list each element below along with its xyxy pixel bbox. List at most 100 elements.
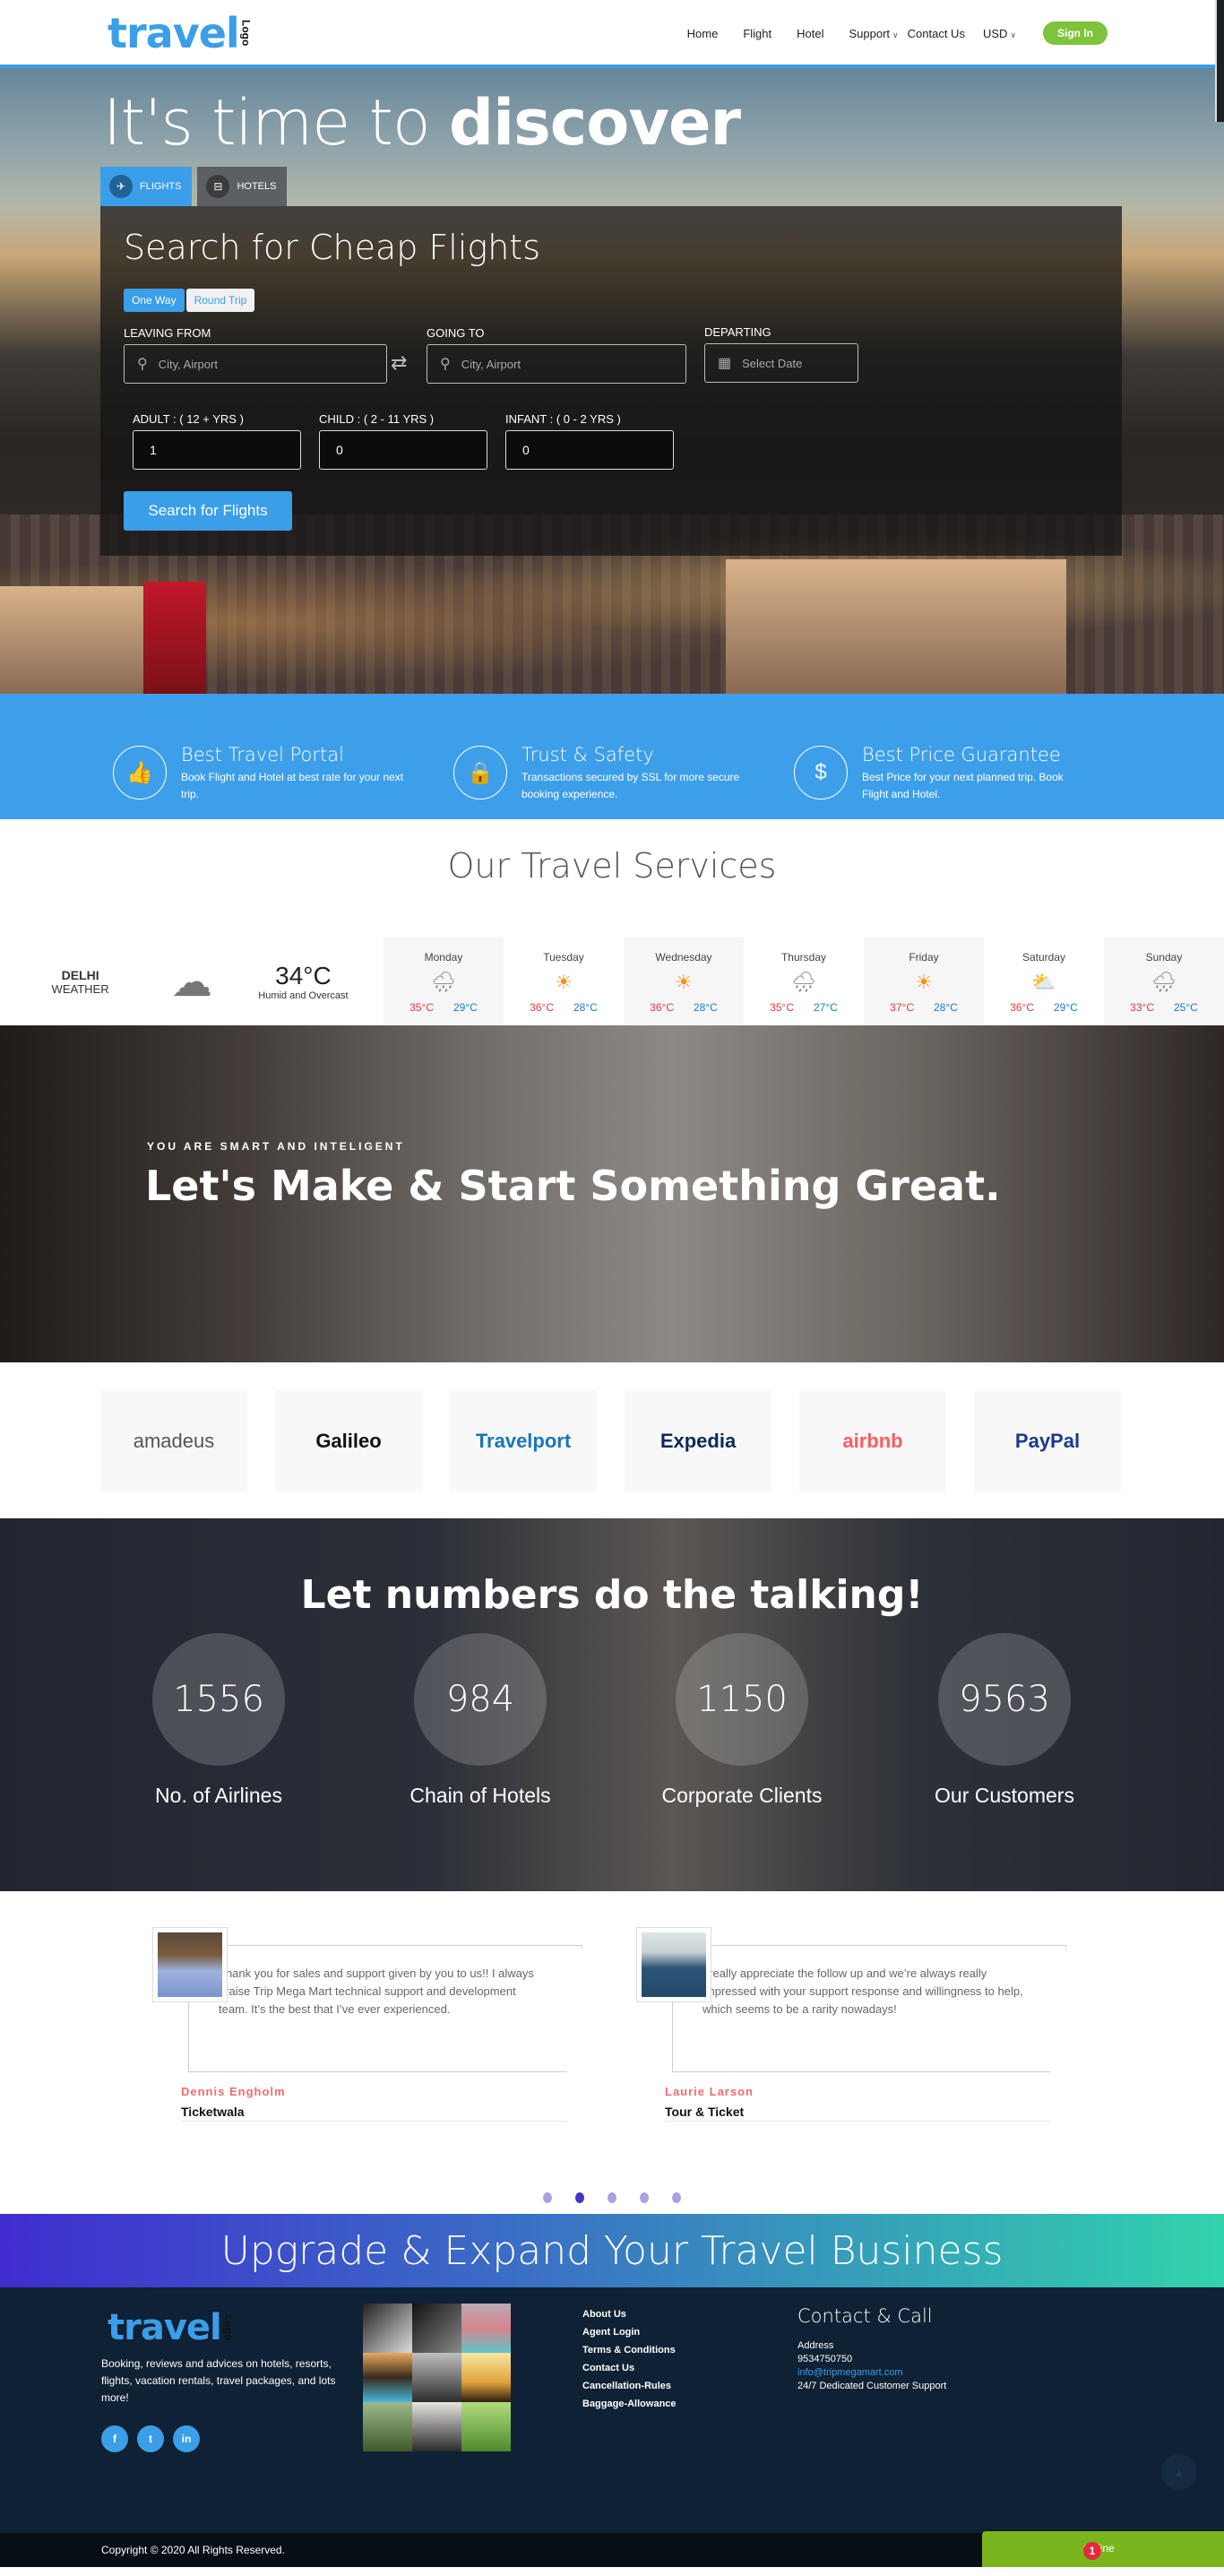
feature-title: Trust & Safety (521, 744, 654, 765)
forecast-high: 35°C (770, 1001, 794, 1014)
infant-count-input[interactable]: 0 (505, 430, 674, 470)
footer-link-terms[interactable]: Terms & Conditions (582, 2341, 677, 2359)
testimonials-section: Thank you for sales and support given by… (0, 1891, 1224, 2214)
forecast-high: 36°C (650, 1001, 674, 1014)
gallery-image[interactable] (461, 2304, 511, 2353)
partner-logo[interactable]: airbnb (799, 1391, 946, 1491)
carousel-dot[interactable] (575, 2192, 584, 2203)
current-condition: Humid and Overcast (258, 990, 349, 1001)
features-strip: 👍 Best Travel Portal Book Flight and Hot… (0, 694, 1224, 819)
footer-link-contact-us[interactable]: Contact Us (582, 2359, 677, 2377)
going-to-placeholder: City, Airport (461, 357, 521, 371)
logo-tag: Logo (239, 20, 253, 47)
logo-wordmark: travel (108, 9, 240, 57)
chat-notification-badge: 1 (1083, 2542, 1101, 2560)
footer-link-cancellation-rules[interactable]: Cancellation-Rules (582, 2377, 677, 2395)
stat-customers: 9563 Our Customers (888, 1633, 1121, 1808)
stat-label: No. of Airlines (155, 1784, 282, 1807)
currency-select[interactable]: USD ∨ (983, 27, 1016, 40)
weather-city: DELHI (61, 967, 99, 982)
linkedin-icon[interactable]: in (173, 2425, 200, 2452)
contact-email-link[interactable]: info@tripmegamart.com (797, 2366, 946, 2380)
nav-flight[interactable]: Flight (743, 27, 771, 40)
footer-link-about-us[interactable]: About Us (582, 2305, 677, 2323)
partner-logo[interactable]: Travelport (450, 1391, 597, 1491)
search-tabs: ✈ FLIGHTS ⊟ HOTELS (100, 167, 288, 206)
promo-banner: YOU ARE SMART AND INTELIGENT Let's Make … (0, 1025, 1224, 1362)
tab-flights[interactable]: ✈ FLIGHTS (100, 167, 193, 206)
testimonial-card: I really appreciate the follow up and we… (618, 1918, 1084, 2133)
hero-building (143, 582, 206, 694)
contact-address: Address (797, 2340, 834, 2351)
site-logo[interactable]: travel Logo (108, 9, 253, 57)
adult-count-input[interactable]: 1 (133, 430, 301, 470)
stat-value: 9563 (938, 1633, 1071, 1766)
page-scrollbar[interactable] (1215, 0, 1224, 122)
partner-logo[interactable]: Expedia (625, 1391, 771, 1491)
gallery-image[interactable] (412, 2304, 461, 2353)
chat-online-widget[interactable]: Online 1 (982, 2531, 1224, 2567)
carousel-dot[interactable] (672, 2192, 681, 2203)
leaving-from-input[interactable]: ⚲ City, Airport (124, 344, 387, 384)
gallery-image[interactable] (412, 2402, 461, 2451)
child-count-input[interactable]: 0 (319, 430, 487, 470)
stat-value: 1556 (152, 1633, 285, 1766)
stats-section: Let numbers do the talking! 1556 No. of … (0, 1518, 1224, 1891)
partner-logo[interactable]: Galileo (275, 1391, 422, 1491)
going-to-input[interactable]: ⚲ City, Airport (427, 344, 686, 384)
footer-link-agent-login[interactable]: Agent Login (582, 2323, 677, 2341)
footer-description: Booking, reviews and advices on hotels, … (101, 2357, 336, 2404)
chevron-down-icon: ∨ (1010, 30, 1016, 39)
forecast-low: 28°C (933, 1001, 958, 1014)
promo-title: Let's Make & Start Something Great. (145, 1162, 1001, 1210)
sign-in-button[interactable]: Sign In (1043, 22, 1108, 45)
hero-title-bold: discover (449, 86, 741, 160)
contact-phone: 9534750750 (797, 2354, 853, 2364)
promo-subtitle: YOU ARE SMART AND INTELIGENT (147, 1140, 405, 1153)
scroll-to-top-button[interactable]: ▲ (1161, 2454, 1197, 2490)
nav-contact-us[interactable]: Contact Us (908, 27, 965, 40)
gallery-image[interactable] (363, 2402, 412, 2451)
tab-hotels[interactable]: ⊟ HOTELS (197, 167, 288, 206)
gallery-image[interactable] (461, 2353, 511, 2402)
stat-label: Chain of Hotels (409, 1784, 551, 1807)
footer-link-baggage-allowance[interactable]: Baggage-Allowance (582, 2395, 677, 2413)
site-footer: travel Logo Booking, reviews and advices… (0, 2287, 1224, 2533)
partner-logo[interactable]: amadeus (100, 1391, 247, 1491)
rain-cloud-icon: 🌧 (791, 971, 816, 993)
departing-date-input[interactable]: ▦ Select Date (704, 343, 858, 383)
footer-logo[interactable]: travel Logo (108, 2305, 235, 2350)
forecast-day-name: Tuesday (543, 951, 584, 964)
hero-building (726, 559, 1066, 694)
testimonial-quote: Thank you for sales and support given by… (219, 1967, 534, 2016)
nav-support[interactable]: Support ∨ (849, 27, 899, 40)
carousel-dot[interactable] (543, 2192, 552, 2203)
forecast-day-name: Sunday (1145, 951, 1183, 964)
map-pin-icon: ⚲ (440, 357, 451, 372)
nav-home[interactable]: Home (687, 27, 719, 40)
carousel-dot[interactable] (608, 2192, 616, 2203)
gallery-image[interactable] (363, 2353, 412, 2402)
forecast-day-name: Monday (424, 951, 463, 964)
partner-logo[interactable]: PayPal (974, 1391, 1121, 1491)
search-panel-title: Search for Cheap Flights (124, 228, 540, 267)
one-way-button[interactable]: One Way (124, 289, 185, 312)
stat-airlines: 1556 No. of Airlines (102, 1633, 335, 1808)
search-flights-button[interactable]: Search for Flights (124, 491, 292, 531)
chevron-down-icon: ∨ (892, 30, 899, 39)
forecast-low: 27°C (813, 1001, 838, 1014)
gallery-image[interactable] (412, 2353, 461, 2402)
gallery-image[interactable] (461, 2402, 511, 2451)
gallery-image[interactable] (363, 2304, 412, 2353)
footer-links: About Us Agent Login Terms & Conditions … (582, 2305, 677, 2413)
rain-cloud-icon: 🌧 (1151, 971, 1177, 993)
nav-hotel[interactable]: Hotel (797, 27, 823, 40)
carousel-dot[interactable] (640, 2192, 649, 2203)
forecast-high: 33°C (1130, 1001, 1154, 1014)
twitter-icon[interactable]: t (137, 2425, 164, 2452)
round-trip-button[interactable]: Round Trip (185, 289, 255, 312)
swap-icon[interactable]: ⇄ (391, 351, 407, 375)
feature-item: 🔒 Trust & Safety Transactions secured by… (453, 744, 794, 819)
plane-icon: ✈ (109, 175, 133, 198)
facebook-icon[interactable]: f (101, 2425, 128, 2452)
